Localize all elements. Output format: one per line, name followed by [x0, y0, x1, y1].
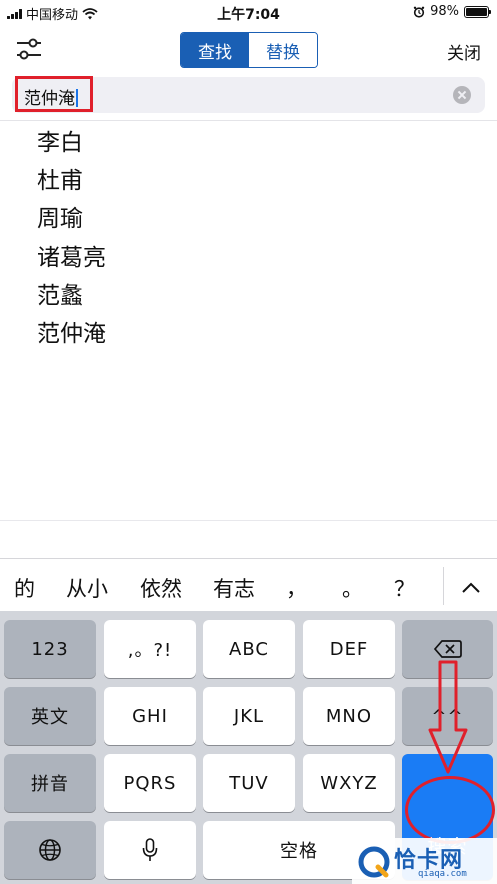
- annotation-arrow: [428, 660, 468, 774]
- candidate-word[interactable]: 依然: [140, 573, 182, 603]
- battery-percent: 98%: [430, 4, 459, 19]
- globe-icon: [39, 839, 61, 861]
- mode-segmented-control: 查找 替换: [180, 32, 318, 68]
- annotation-highlight-box: [15, 76, 93, 112]
- candidate-word[interactable]: 的: [14, 573, 35, 603]
- battery-fill: [466, 7, 487, 16]
- document-line: 周瑜: [37, 206, 83, 233]
- alarm-icon: [413, 6, 425, 18]
- key-punctuation[interactable]: ,。?!: [104, 620, 196, 678]
- key-jkl[interactable]: JKL: [203, 687, 295, 745]
- watermark: 恰卡网 qiaqa.com: [352, 838, 497, 884]
- candidate-bar: 的 从小 依然 有志 ， 。 ？: [0, 558, 497, 611]
- key-123[interactable]: 123: [4, 620, 96, 678]
- key-tuv[interactable]: TUV: [203, 754, 295, 812]
- chevron-up-icon[interactable]: [460, 577, 482, 599]
- candidate-word[interactable]: ，: [286, 573, 307, 603]
- key-pqrs[interactable]: PQRS: [104, 754, 196, 812]
- tab-replace[interactable]: 替换: [249, 33, 317, 67]
- candidate-word[interactable]: 有志: [213, 573, 255, 603]
- key-ghi[interactable]: GHI: [104, 687, 196, 745]
- microphone-icon: [142, 838, 158, 861]
- key-mno[interactable]: MNO: [303, 687, 395, 745]
- key-abc[interactable]: ABC: [203, 620, 295, 678]
- document-line: 范仲淹: [37, 320, 106, 347]
- key-wxyz[interactable]: WXYZ: [303, 754, 395, 812]
- tab-find[interactable]: 查找: [181, 33, 249, 67]
- key-microphone[interactable]: [104, 821, 196, 879]
- clear-icon[interactable]: [453, 86, 471, 104]
- key-pinyin[interactable]: 拼音: [4, 754, 96, 812]
- divider: [0, 120, 497, 121]
- status-bar: 中国移动 上午7:04 98%: [0, 0, 497, 24]
- brand-logo-icon: [358, 846, 390, 878]
- key-globe[interactable]: [4, 821, 96, 879]
- document-line: 李白: [37, 130, 83, 156]
- divider: [0, 520, 497, 521]
- candidate-word[interactable]: ？: [394, 573, 415, 603]
- battery-icon: [464, 5, 491, 18]
- backspace-icon: [433, 640, 462, 658]
- watermark-domain: qiaqa.com: [418, 869, 467, 879]
- key-english[interactable]: 英文: [4, 687, 96, 745]
- document-content: 李白 杜甫 周瑜 诸葛亮 范蠡 范仲淹: [37, 124, 106, 353]
- annotation-circle: [405, 776, 495, 844]
- close-button[interactable]: 关闭: [447, 39, 481, 64]
- candidate-word[interactable]: 。: [342, 573, 363, 603]
- document-line: 诸葛亮: [37, 244, 106, 271]
- document-line: 范蠡: [37, 282, 83, 309]
- filter-settings-icon[interactable]: [14, 36, 44, 62]
- document-line: 杜甫: [37, 168, 83, 195]
- key-def[interactable]: DEF: [303, 620, 395, 678]
- status-right: 98%: [413, 4, 491, 19]
- candidate-word[interactable]: 从小: [66, 573, 108, 603]
- candidate-separator: [443, 567, 444, 605]
- find-replace-toolbar: 查找 替换 关闭: [0, 24, 497, 72]
